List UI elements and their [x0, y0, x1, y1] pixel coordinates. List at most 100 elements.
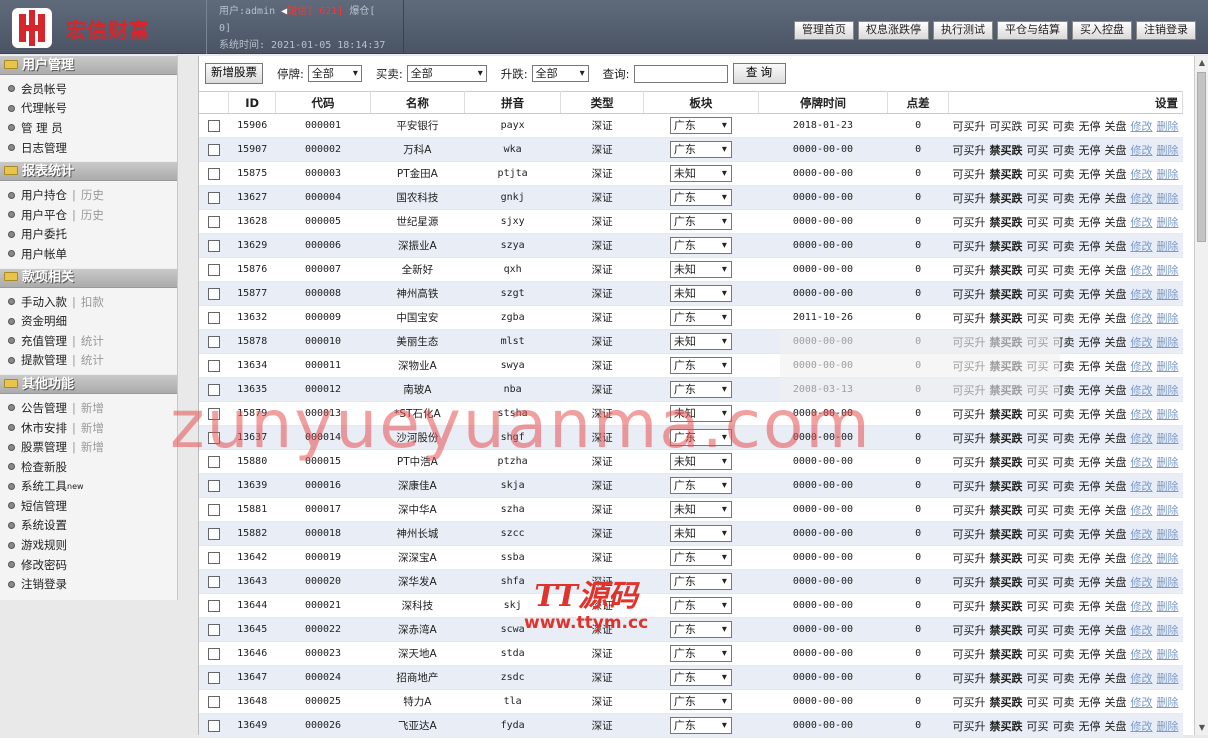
- row-checkbox[interactable]: [207, 455, 220, 468]
- edit-link[interactable]: 修改: [1131, 624, 1153, 637]
- sidebar-item-label[interactable]: 注销登录: [21, 576, 67, 592]
- sidebar-sub-link[interactable]: 新增: [81, 420, 104, 436]
- sidebar-item[interactable]: 用户平仓 | 历史: [8, 205, 177, 225]
- delete-link[interactable]: 删除: [1157, 264, 1179, 277]
- sidebar-item[interactable]: 修改密码: [8, 555, 177, 575]
- edit-link[interactable]: 修改: [1131, 120, 1153, 133]
- row-checkbox[interactable]: [207, 287, 220, 300]
- sell-toggle[interactable]: 可卖: [1053, 192, 1075, 205]
- buy-toggle[interactable]: 可买: [1027, 312, 1049, 325]
- halt-toggle[interactable]: 无停: [1079, 576, 1101, 589]
- sell-toggle[interactable]: 可卖: [1053, 168, 1075, 181]
- buy-down-toggle[interactable]: 禁买跌: [990, 264, 1023, 277]
- row-checkbox[interactable]: [207, 431, 220, 444]
- buy-toggle[interactable]: 可买: [1027, 120, 1049, 133]
- close-toggle[interactable]: 关盘: [1105, 600, 1127, 613]
- halt-toggle[interactable]: 无停: [1079, 288, 1101, 301]
- sidebar-item-label[interactable]: 提款管理: [21, 352, 67, 368]
- delete-link[interactable]: 删除: [1157, 504, 1179, 517]
- top-button-5[interactable]: 注销登录: [1136, 21, 1196, 40]
- sidebar-item-label[interactable]: 用户持仓: [21, 187, 67, 203]
- halt-toggle[interactable]: 无停: [1079, 600, 1101, 613]
- delete-link[interactable]: 删除: [1157, 288, 1179, 301]
- row-checkbox[interactable]: [207, 623, 220, 636]
- sell-toggle[interactable]: 可卖: [1053, 384, 1075, 397]
- buy-down-toggle[interactable]: 禁买跌: [990, 720, 1023, 733]
- region-select[interactable]: 广东: [669, 357, 732, 374]
- close-toggle[interactable]: 关盘: [1105, 696, 1127, 709]
- buy-down-toggle[interactable]: 禁买跌: [990, 408, 1023, 421]
- delete-link[interactable]: 删除: [1157, 144, 1179, 157]
- buy-toggle[interactable]: 可买: [1027, 720, 1049, 733]
- halt-toggle[interactable]: 无停: [1079, 456, 1101, 469]
- region-select[interactable]: 广东: [669, 213, 732, 230]
- sidebar-section-title[interactable]: 报表统计: [0, 161, 177, 182]
- halt-toggle[interactable]: 无停: [1079, 384, 1101, 397]
- buy-toggle[interactable]: 可买: [1027, 480, 1049, 493]
- halt-toggle[interactable]: 无停: [1079, 192, 1101, 205]
- trade-select[interactable]: 全部: [406, 65, 487, 82]
- halt-toggle[interactable]: 无停: [1079, 624, 1101, 637]
- buy-down-toggle[interactable]: 禁买跌: [990, 432, 1023, 445]
- top-button-0[interactable]: 管理首页: [794, 21, 854, 40]
- sidebar-item-label[interactable]: 用户平仓: [21, 207, 67, 223]
- sidebar-section-title[interactable]: 用户管理: [0, 55, 177, 75]
- buy-toggle[interactable]: 可买: [1027, 144, 1049, 157]
- delete-link[interactable]: 删除: [1157, 528, 1179, 541]
- buy-up-toggle[interactable]: 可买升: [953, 720, 986, 733]
- sell-toggle[interactable]: 可卖: [1053, 720, 1075, 733]
- sidebar-item-label[interactable]: 充值管理: [21, 333, 67, 349]
- halt-toggle[interactable]: 无停: [1079, 144, 1101, 157]
- sidebar-item[interactable]: 系统设置: [8, 516, 177, 536]
- sell-toggle[interactable]: 可卖: [1053, 672, 1075, 685]
- sell-toggle[interactable]: 可卖: [1053, 648, 1075, 661]
- sidebar-item[interactable]: 提款管理 | 统计: [8, 351, 177, 371]
- sell-toggle[interactable]: 可卖: [1053, 456, 1075, 469]
- delete-link[interactable]: 删除: [1157, 624, 1179, 637]
- sell-toggle[interactable]: 可卖: [1053, 552, 1075, 565]
- buy-toggle[interactable]: 可买: [1027, 360, 1049, 373]
- close-toggle[interactable]: 关盘: [1105, 504, 1127, 517]
- region-select[interactable]: 未知: [669, 525, 732, 542]
- buy-down-toggle[interactable]: 禁买跌: [990, 192, 1023, 205]
- edit-link[interactable]: 修改: [1131, 552, 1153, 565]
- close-toggle[interactable]: 关盘: [1105, 144, 1127, 157]
- delete-link[interactable]: 删除: [1157, 696, 1179, 709]
- close-toggle[interactable]: 关盘: [1105, 264, 1127, 277]
- delete-link[interactable]: 删除: [1157, 312, 1179, 325]
- buy-down-toggle[interactable]: 禁买跌: [990, 624, 1023, 637]
- buy-down-toggle[interactable]: 禁买跌: [990, 552, 1023, 565]
- buy-up-toggle[interactable]: 可买升: [953, 264, 986, 277]
- sidebar-sub-link[interactable]: 统计: [81, 352, 104, 368]
- sidebar-item-label[interactable]: 代理帐号: [21, 100, 67, 116]
- sidebar-item-label[interactable]: 检查新股: [21, 459, 67, 475]
- buy-down-toggle[interactable]: 禁买跌: [990, 672, 1023, 685]
- sell-toggle[interactable]: 可卖: [1053, 120, 1075, 133]
- halt-toggle[interactable]: 无停: [1079, 168, 1101, 181]
- sidebar-sub-link[interactable]: 新增: [81, 439, 104, 455]
- buy-down-toggle[interactable]: 禁买跌: [990, 240, 1023, 253]
- edit-link[interactable]: 修改: [1131, 504, 1153, 517]
- edit-link[interactable]: 修改: [1131, 432, 1153, 445]
- buy-toggle[interactable]: 可买: [1027, 264, 1049, 277]
- region-select[interactable]: 未知: [669, 165, 732, 182]
- halt-toggle[interactable]: 无停: [1079, 504, 1101, 517]
- row-checkbox[interactable]: [207, 695, 220, 708]
- halt-toggle[interactable]: 无停: [1079, 240, 1101, 253]
- region-select[interactable]: 广东: [669, 237, 732, 254]
- buy-up-toggle[interactable]: 可买升: [953, 624, 986, 637]
- close-toggle[interactable]: 关盘: [1105, 624, 1127, 637]
- buy-up-toggle[interactable]: 可买升: [953, 120, 986, 133]
- buy-toggle[interactable]: 可买: [1027, 192, 1049, 205]
- buy-up-toggle[interactable]: 可买升: [953, 696, 986, 709]
- region-select[interactable]: 广东: [669, 717, 732, 734]
- halt-toggle[interactable]: 无停: [1079, 360, 1101, 373]
- sidebar-item[interactable]: 代理帐号: [8, 99, 177, 119]
- sidebar-item-label[interactable]: 公告管理: [21, 400, 67, 416]
- sidebar-sub-link[interactable]: 统计: [81, 333, 104, 349]
- delete-link[interactable]: 删除: [1157, 384, 1179, 397]
- region-select[interactable]: 广东: [669, 693, 732, 710]
- buy-toggle[interactable]: 可买: [1027, 648, 1049, 661]
- sidebar-item[interactable]: 日志管理: [8, 138, 177, 158]
- row-checkbox[interactable]: [207, 215, 220, 228]
